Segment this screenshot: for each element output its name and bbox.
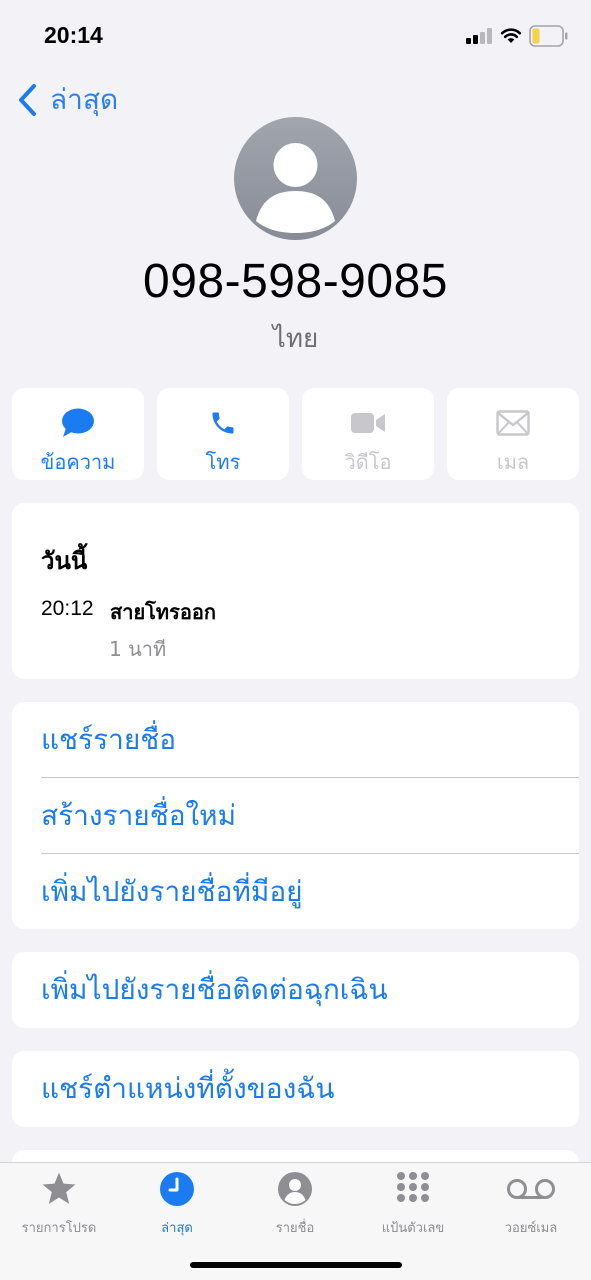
mail-button[interactable]: เมล bbox=[447, 388, 579, 480]
contact-actions-card: แชร์รายชื่อ สร้างรายชื่อใหม่ เพิ่มไปยังร… bbox=[12, 702, 579, 929]
create-new-contact-row[interactable]: สร้างรายชื่อใหม่ bbox=[41, 778, 579, 854]
clock-icon bbox=[160, 1172, 194, 1206]
message-button[interactable]: ข้อความ bbox=[12, 388, 144, 480]
emergency-contact-card: เพิ่มไปยังรายชื่อติดต่อฉุกเฉิน bbox=[12, 952, 579, 1028]
share-location-card: แชร์ตำแหน่งที่ตั้งของฉัน bbox=[12, 1051, 579, 1127]
back-button-label: ล่าสุด bbox=[50, 83, 119, 116]
tab-recents-label: ล่าสุด bbox=[161, 1221, 193, 1236]
back-button[interactable]: ล่าสุด bbox=[18, 78, 118, 122]
chevron-left-icon bbox=[19, 84, 36, 116]
add-emergency-contact-row[interactable]: เพิ่มไปยังรายชื่อติดต่อฉุกเฉิน bbox=[41, 952, 579, 1028]
mail-button-label: เมล bbox=[496, 450, 530, 474]
action-buttons: ข้อความ โทร วิดีโอ เมล bbox=[12, 388, 579, 480]
tab-favorites-label: รายการโปรด bbox=[21, 1221, 97, 1236]
contact-phone-number: 098-598-9085 bbox=[143, 255, 448, 308]
tab-voicemail[interactable]: วอยซ์เมล bbox=[472, 1169, 590, 1239]
phone-icon bbox=[212, 412, 234, 434]
tab-contacts[interactable]: รายชื่อ bbox=[236, 1169, 354, 1239]
recent-day-heading: วันนี้ bbox=[41, 547, 88, 575]
home-indicator bbox=[190, 1262, 402, 1268]
contact-phone-label: ไทย bbox=[272, 324, 319, 354]
recent-call-duration: 1 นาที bbox=[109, 637, 167, 661]
battery-icon bbox=[529, 25, 568, 47]
status-bar: 20:14 bbox=[0, 0, 591, 70]
message-icon bbox=[62, 408, 94, 437]
recent-calls-card: วันนี้ 20:12 สายโทรออก 1 นาที bbox=[12, 503, 579, 679]
recent-call-time: 20:12 bbox=[41, 597, 94, 620]
video-button-label: วิดีโอ bbox=[344, 450, 392, 474]
voicemail-icon bbox=[507, 1179, 555, 1199]
status-time: 20:14 bbox=[44, 22, 103, 48]
tab-favorites[interactable]: รายการโปรด bbox=[0, 1169, 118, 1239]
cellular-signal-icon bbox=[466, 28, 494, 44]
tab-recents[interactable]: ล่าสุด bbox=[118, 1169, 236, 1239]
call-button-label: โทร bbox=[205, 450, 241, 474]
tab-voicemail-label: วอยซ์เมล bbox=[504, 1221, 558, 1236]
share-contact-row[interactable]: แชร์รายชื่อ bbox=[41, 702, 579, 778]
wifi-icon bbox=[500, 28, 522, 43]
share-location-row[interactable]: แชร์ตำแหน่งที่ตั้งของฉัน bbox=[41, 1051, 579, 1127]
video-icon bbox=[351, 413, 385, 433]
avatar bbox=[234, 117, 357, 240]
mail-icon bbox=[496, 410, 530, 436]
person-silhouette-icon bbox=[256, 143, 335, 233]
star-icon bbox=[42, 1172, 76, 1204]
tab-contacts-label: รายชื่อ bbox=[275, 1221, 315, 1236]
contacts-icon bbox=[278, 1172, 312, 1206]
message-button-label: ข้อความ bbox=[40, 450, 116, 474]
tab-keypad-label: แป้นตัวเลข bbox=[381, 1221, 445, 1236]
add-to-existing-contact-row[interactable]: เพิ่มไปยังรายชื่อที่มีอยู่ bbox=[41, 854, 579, 929]
call-button[interactable]: โทร bbox=[157, 388, 289, 480]
video-button[interactable]: วิดีโอ bbox=[302, 388, 434, 480]
keypad-icon bbox=[397, 1172, 429, 1202]
tab-keypad[interactable]: แป้นตัวเลข bbox=[354, 1169, 472, 1239]
recent-call-type: สายโทรออก bbox=[110, 600, 216, 624]
